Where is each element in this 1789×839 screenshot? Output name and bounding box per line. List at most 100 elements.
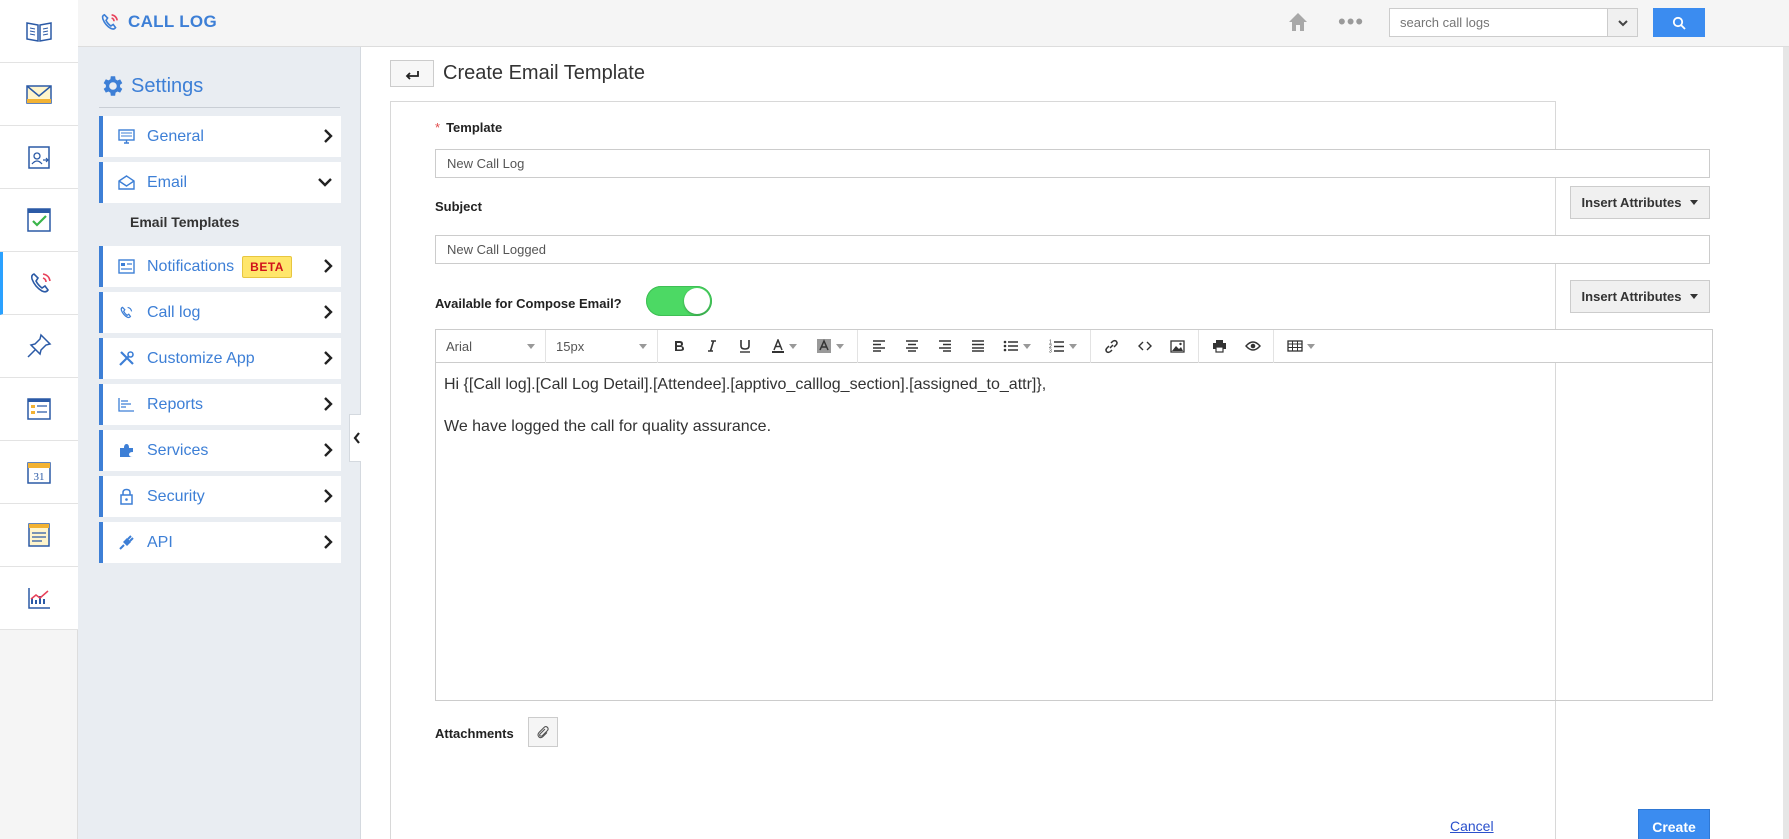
sidebar-item-call-log[interactable]: Call log [99,292,341,333]
align-left-button[interactable] [862,330,895,363]
envelope-icon [117,174,135,192]
app-brand[interactable]: CALL LOG [98,10,217,34]
caret-down-icon [1307,343,1315,349]
rail-item-reports[interactable] [0,567,78,630]
sidebar-item-email[interactable]: Email [99,162,341,203]
subject-input[interactable] [435,235,1710,264]
add-attachment-button[interactable] [528,717,558,747]
numbered-list-button[interactable]: 123 [1040,330,1086,363]
subject-label: Subject [435,199,482,214]
caret-down-icon [1069,343,1077,349]
editor-content-area[interactable]: Hi {[Call log].[Call Log Detail].[Attend… [436,363,1712,448]
page-scrollbar[interactable] [1783,47,1789,839]
chevron-right-icon [323,396,333,415]
align-left-icon [872,340,885,352]
divider [99,107,340,108]
eye-icon [1244,341,1261,351]
italic-button[interactable] [695,330,728,363]
sidebar-item-label: Reports [147,395,204,413]
template-name-input[interactable] [435,149,1710,178]
align-center-button[interactable] [895,330,928,363]
app-title: CALL LOG [128,12,217,31]
attachments-label: Attachments [435,726,514,741]
form-icon [27,398,51,420]
rail-item-book[interactable] [0,0,78,63]
print-button[interactable] [1203,330,1236,363]
insert-link-button[interactable] [1095,330,1128,363]
puzzle-icon [117,442,135,460]
caret-down-icon [527,343,535,349]
sidebar-item-notifications[interactable]: Notifications BETA [99,246,341,287]
bold-icon [674,341,684,351]
compose-email-toggle[interactable] [646,286,712,316]
text-color-button[interactable] [761,330,807,363]
bold-button[interactable] [662,330,695,363]
search-filter-dropdown[interactable] [1607,9,1637,36]
font-family-select[interactable]: Arial [436,329,546,363]
monitor-icon [117,128,135,146]
chevron-right-icon [323,488,333,507]
insert-attributes-subject-button[interactable]: Insert Attributes [1570,186,1710,219]
font-size-value: 15px [556,338,585,354]
rail-item-call-log[interactable] [0,252,78,315]
sidebar-item-label: General [147,127,204,145]
rail-item-calendar[interactable]: 31 [0,441,78,504]
underline-button[interactable] [728,330,761,363]
rail-item-pin[interactable] [0,315,78,378]
insert-image-button[interactable] [1161,330,1194,363]
align-center-icon [905,340,918,352]
settings-title: Settings [131,74,204,97]
background-color-button[interactable] [807,330,853,363]
sidebar-item-reports[interactable]: Reports [99,384,341,425]
paperclip-icon [537,726,549,739]
rail-item-mail[interactable] [0,63,78,126]
back-arrow-icon [405,70,419,80]
plug-icon [117,534,135,552]
rail-item-forms[interactable] [0,378,78,441]
compose-email-label: Available for Compose Email? [435,296,622,311]
cancel-link[interactable]: Cancel [1450,818,1494,834]
rail-item-tasks[interactable] [0,189,78,252]
call-log-icon [30,273,51,293]
sidebar-item-general[interactable]: General [99,116,341,157]
chevron-down-icon [317,174,333,193]
beta-badge: BETA [242,255,292,278]
font-size-select[interactable]: 15px [546,329,658,363]
align-group: 123 [858,329,1091,363]
insert-table-button[interactable] [1278,330,1324,363]
create-button[interactable]: Create [1638,809,1710,839]
settings-header: Settings [99,73,203,99]
caret-down-icon [639,343,647,349]
home-icon[interactable] [1286,10,1310,37]
preview-button[interactable] [1236,330,1269,363]
italic-icon [707,340,716,352]
lock-icon [117,488,135,506]
sidebar-item-api[interactable]: API [99,522,341,563]
sidebar-item-label: API [147,533,173,551]
caret-down-icon [789,343,797,349]
chevron-right-icon [323,128,333,147]
justify-button[interactable] [961,330,994,363]
align-right-button[interactable] [928,330,961,363]
bulleted-list-button[interactable] [994,330,1040,363]
code-icon [1137,341,1152,351]
sidebar-item-services[interactable]: Services [99,430,341,471]
back-button[interactable] [390,60,434,87]
sidebar-subitem-email-templates[interactable]: Email Templates [99,203,341,241]
bar-list-icon [117,396,135,414]
search-button[interactable] [1653,8,1705,37]
insert-attributes-body-button[interactable]: Insert Attributes [1570,280,1710,313]
sidebar-item-label: Security [147,487,205,505]
sidebar-item-customize-app[interactable]: Customize App [99,338,341,379]
rail-item-notes[interactable] [0,504,78,567]
editor-line: We have logged the call for quality assu… [444,418,772,435]
code-view-button[interactable] [1128,330,1161,363]
settings-sidebar: Settings General Email Email Templates N… [78,47,361,839]
top-header: CALL LOG ••• [78,0,1789,47]
editor-line: Hi {[Call log].[Call Log Detail].[Attend… [444,376,1047,393]
search-input[interactable] [1390,9,1607,36]
sidebar-item-security[interactable]: Security [99,476,341,517]
more-options-icon[interactable]: ••• [1338,11,1364,33]
chart-icon [28,588,50,609]
rail-item-contacts[interactable] [0,126,78,189]
